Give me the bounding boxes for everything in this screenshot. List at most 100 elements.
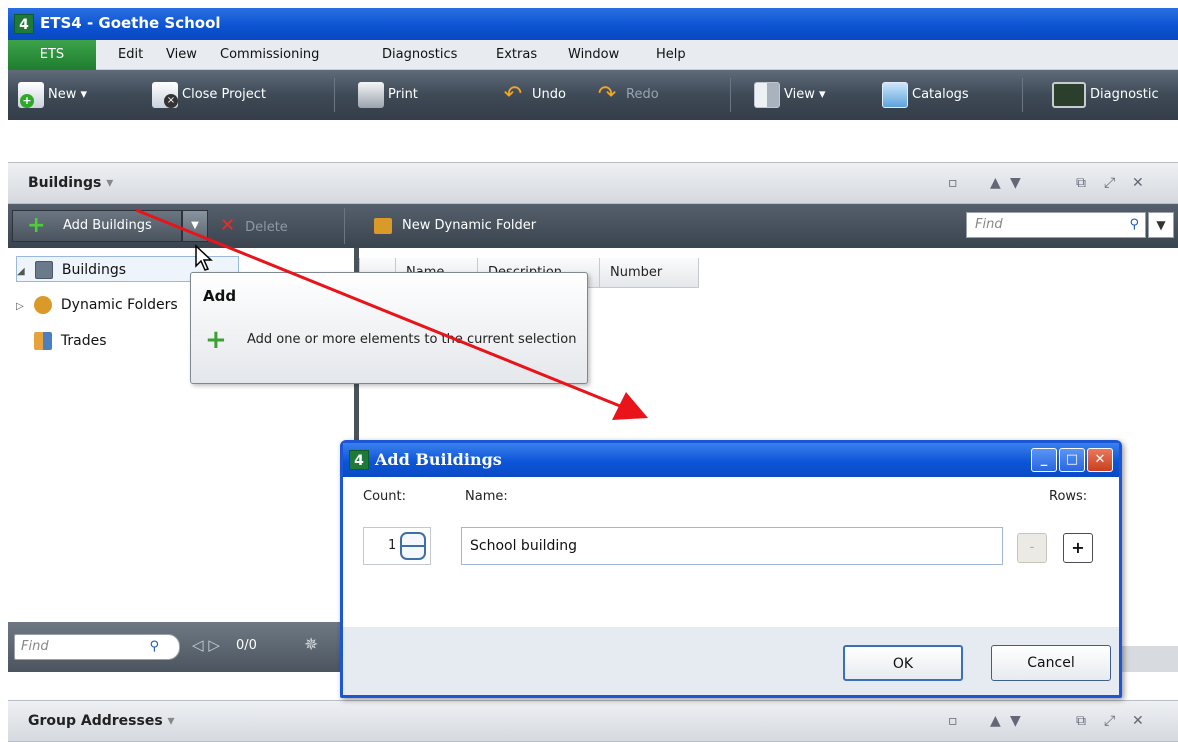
tree-find-input[interactable]: Find ⚲ xyxy=(14,634,180,660)
tooltip-title: Add xyxy=(203,287,237,305)
view-label: View xyxy=(784,87,815,102)
tree-item-trades[interactable]: Trades xyxy=(16,328,107,354)
ets-app-icon: 4 xyxy=(14,14,34,34)
buildings-panel-header: Buildings ▾ ▫ ▲ ▼ ⧉ ⤢ ✕ xyxy=(8,162,1178,204)
close-project-label: Close Project xyxy=(182,87,267,102)
dynamic-folder-icon xyxy=(34,296,53,314)
print-button[interactable]: Print xyxy=(358,81,418,109)
menu-commissioning[interactable]: Commissioning xyxy=(220,47,319,62)
cancel-button[interactable]: Cancel xyxy=(991,645,1111,681)
redo-button[interactable]: ↷ Redo xyxy=(592,81,659,109)
chevron-down-icon: ▾ xyxy=(167,713,175,729)
name-label: Name: xyxy=(465,489,508,504)
diagnostics-button[interactable]: Diagnostic xyxy=(1052,81,1159,109)
panel-close-icon[interactable]: ✕ xyxy=(1132,175,1144,191)
new-dynamic-folder-button[interactable]: New Dynamic Folder xyxy=(374,210,536,242)
panel-up-icon[interactable]: ▲ xyxy=(990,175,1001,191)
panel-restore-icon[interactable]: ⧉ xyxy=(1076,175,1086,191)
menu-view[interactable]: View xyxy=(166,47,197,62)
undo-label: Undo xyxy=(532,87,566,102)
undo-button[interactable]: ↶ Undo xyxy=(498,81,566,109)
previous-icon[interactable]: ◁ xyxy=(192,636,204,654)
rows-add-button[interactable]: + xyxy=(1063,533,1093,563)
name-input[interactable]: School building xyxy=(461,527,1003,565)
panel-pin-icon[interactable]: ▫ xyxy=(948,713,958,729)
main-toolbar: + New ▾ × Close Project Print ↶ Undo ↷ Redo … xyxy=(8,70,1178,120)
catalog-book-icon xyxy=(882,81,908,108)
toolbar-separator xyxy=(344,208,345,244)
close-button[interactable]: ✕ xyxy=(1087,448,1113,472)
delete-x-icon: ✕ xyxy=(220,215,236,236)
search-icon[interactable]: ⚲ xyxy=(1129,213,1139,237)
catalogs-button[interactable]: Catalogs xyxy=(882,81,969,109)
find-navigation: ◁ ▷ xyxy=(192,636,220,654)
add-buildings-dropdown-button[interactable]: ▼ xyxy=(182,210,208,242)
minimize-button[interactable]: _ xyxy=(1031,448,1057,472)
dialog-body: Count: Name: Rows: 1 School building - + xyxy=(343,477,1119,627)
search-icon[interactable]: ⚲ xyxy=(149,635,159,659)
dialog-title: Add Buildings xyxy=(375,450,502,469)
tree-find-bar: Find ⚲ ◁ ▷ 0/0 ✵ xyxy=(8,622,354,672)
chevron-down-icon: ▾ xyxy=(819,87,826,102)
next-icon[interactable]: ▷ xyxy=(208,636,220,654)
count-stepper[interactable]: 1 xyxy=(363,527,431,565)
filter-icon[interactable]: ▼ xyxy=(1148,212,1174,238)
catalogs-label: Catalogs xyxy=(912,87,969,102)
menu-help[interactable]: Help xyxy=(656,47,686,62)
redo-arrow-icon: ↷ xyxy=(597,81,617,107)
panel-restore-icon[interactable]: ⧉ xyxy=(1076,713,1086,729)
new-button[interactable]: + New ▾ xyxy=(18,81,87,109)
menu-diagnostics[interactable]: Diagnostics xyxy=(382,47,457,62)
group-addresses-panel-header: Group Addresses ▾ ▫ ▲ ▼ ⧉ ⤢ ✕ xyxy=(8,700,1178,742)
panel-up-icon[interactable]: ▲ xyxy=(990,713,1001,729)
menu-edit[interactable]: Edit xyxy=(118,47,143,62)
delete-button[interactable]: ✕ Delete xyxy=(220,210,288,242)
menu-bar: ETS Edit View Commissioning Diagnostics … xyxy=(8,40,1178,70)
dynamic-folder-icon xyxy=(374,217,392,234)
buildings-panel-title[interactable]: Buildings ▾ xyxy=(28,175,113,191)
view-button[interactable]: View ▾ xyxy=(754,81,826,109)
panel-close-icon[interactable]: ✕ xyxy=(1132,713,1144,729)
panel-pin-icon[interactable]: ▫ xyxy=(948,175,958,191)
diagnostics-label: Diagnostic xyxy=(1090,87,1159,102)
new-label: New xyxy=(48,87,77,102)
trades-icon xyxy=(34,332,53,350)
rows-remove-button[interactable]: - xyxy=(1017,533,1047,563)
dialog-title-bar[interactable]: 4 Add Buildings _ □ ✕ xyxy=(343,443,1119,477)
printer-icon xyxy=(358,81,384,108)
plus-icon: + xyxy=(27,213,46,238)
tree-expander-icon[interactable]: ◢ xyxy=(17,259,31,285)
menu-extras[interactable]: Extras xyxy=(496,47,537,62)
grid-column-number[interactable]: Number xyxy=(599,258,699,288)
ok-button[interactable]: OK xyxy=(843,645,963,681)
building-icon xyxy=(35,261,54,279)
panel-maximize-icon[interactable]: ⤢ xyxy=(1104,175,1115,191)
undo-arrow-icon: ↶ xyxy=(503,81,523,107)
panel-down-icon[interactable]: ▼ xyxy=(1010,175,1021,191)
add-tooltip: Add + Add one or more elements to the cu… xyxy=(190,272,588,384)
tree-item-dynamic-folders[interactable]: ▷ Dynamic Folders xyxy=(16,292,178,318)
chevron-down-icon: ▼ xyxy=(191,220,199,231)
redo-label: Redo xyxy=(626,87,659,102)
find-placeholder: Find xyxy=(975,217,1003,232)
panel-maximize-icon[interactable]: ⤢ xyxy=(1104,713,1115,729)
tree-expander-icon[interactable]: ▷ xyxy=(16,294,30,320)
ets4-window: 4 ETS4 - Goethe School ETS Edit View Com… xyxy=(8,8,1178,742)
print-label: Print xyxy=(388,87,418,102)
buildings-find-input[interactable]: Find ⚲ xyxy=(966,212,1146,238)
maximize-button[interactable]: □ xyxy=(1059,448,1085,472)
add-buildings-button[interactable]: + Add Buildings xyxy=(12,210,182,242)
toolbar-separator xyxy=(730,78,731,112)
menu-ets[interactable]: ETS xyxy=(8,40,96,70)
gear-icon[interactable]: ✵ xyxy=(304,635,318,655)
tree-item-label: Buildings xyxy=(61,262,126,278)
close-project-button[interactable]: × Close Project xyxy=(152,81,266,109)
group-addresses-panel-title[interactable]: Group Addresses ▾ xyxy=(28,713,175,729)
find-placeholder: Find xyxy=(21,639,49,654)
new-document-icon: + xyxy=(18,81,44,108)
count-spinner-icon[interactable] xyxy=(400,532,426,560)
group-addresses-title-text: Group Addresses xyxy=(28,713,163,729)
menu-window[interactable]: Window xyxy=(568,47,619,62)
panel-down-icon[interactable]: ▼ xyxy=(1010,713,1021,729)
count-value: 1 xyxy=(388,538,397,553)
